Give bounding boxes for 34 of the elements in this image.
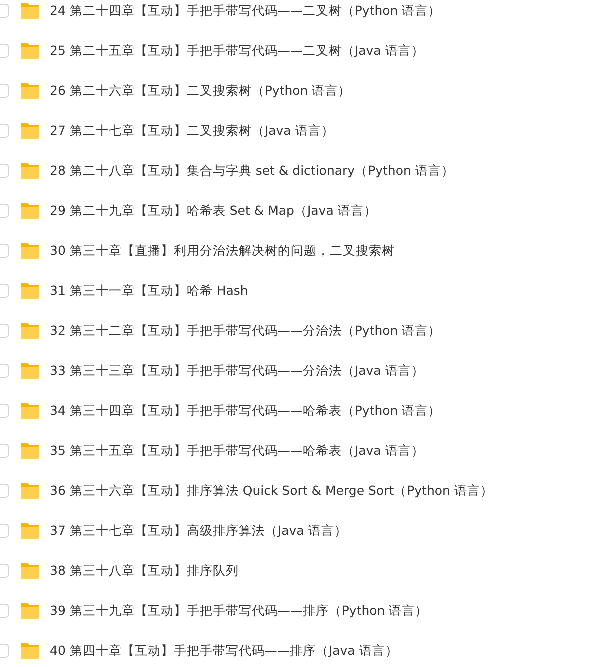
folder-icon	[20, 642, 40, 660]
folder-name[interactable]: 31 第三十一章【互动】哈希 Hash	[50, 282, 248, 300]
folder-name[interactable]: 25 第二十五章【互动】手把手带写代码——二叉树（Java 语言）	[50, 42, 424, 60]
folder-name[interactable]: 28 第二十八章【互动】集合与字典 set & dictionary（Python 语言）	[50, 162, 454, 180]
folder-icon	[20, 282, 40, 300]
folder-icon	[20, 362, 40, 380]
folder-name[interactable]: 35 第三十五章【互动】手把手带写代码——哈希表（Java 语言）	[50, 442, 424, 460]
folder-name[interactable]: 27 第二十七章【互动】二叉搜索树（Java 语言）	[50, 122, 334, 140]
folder-icon	[20, 162, 40, 180]
folder-icon	[20, 522, 40, 540]
folder-name[interactable]: 39 第三十九章【互动】手把手带写代码——排序（Python 语言）	[50, 602, 428, 620]
folder-name[interactable]: 38 第三十八章【互动】排序队列	[50, 562, 239, 580]
folder-name[interactable]: 32 第三十二章【互动】手把手带写代码——分治法（Python 语言）	[50, 322, 442, 340]
folder-icon	[20, 42, 40, 60]
folder-name[interactable]: 29 第二十九章【互动】哈希表 Set & Map（Java 语言）	[50, 202, 377, 220]
folder-icon	[20, 442, 40, 460]
folder-name[interactable]: 34 第三十四章【互动】手把手带写代码——哈希表（Python 语言）	[50, 402, 442, 420]
folder-name[interactable]: 33 第三十三章【互动】手把手带写代码——分治法（Java 语言）	[50, 362, 424, 380]
folder-icon	[20, 482, 40, 500]
folder-icon	[20, 322, 40, 340]
folder-icon	[20, 402, 40, 420]
folder-name[interactable]: 36 第三十六章【互动】排序算法 Quick Sort & Merge Sort（Python 语言）	[50, 482, 494, 500]
folder-icon	[20, 202, 40, 220]
folder-icon	[20, 562, 40, 580]
folder-name[interactable]: 24 第二十四章【互动】手把手带写代码——二叉树（Python 语言）	[50, 2, 442, 20]
folder-icon	[20, 602, 40, 620]
folder-icon	[20, 82, 40, 100]
folder-name[interactable]: 37 第三十七章【互动】高级排序算法（Java 语言）	[50, 522, 348, 540]
folder-name[interactable]: 30 第三十章【直播】利用分治法解决树的问题，二叉搜索树	[50, 242, 395, 260]
folder-icon	[20, 242, 40, 260]
folder-name[interactable]: 26 第二十六章【互动】二叉搜索树（Python 语言）	[50, 82, 352, 100]
folder-name[interactable]: 40 第四十章【互动】手把手带写代码——排序（Java 语言）	[50, 642, 398, 660]
folder-icon	[20, 122, 40, 140]
folder-icon	[20, 2, 40, 20]
